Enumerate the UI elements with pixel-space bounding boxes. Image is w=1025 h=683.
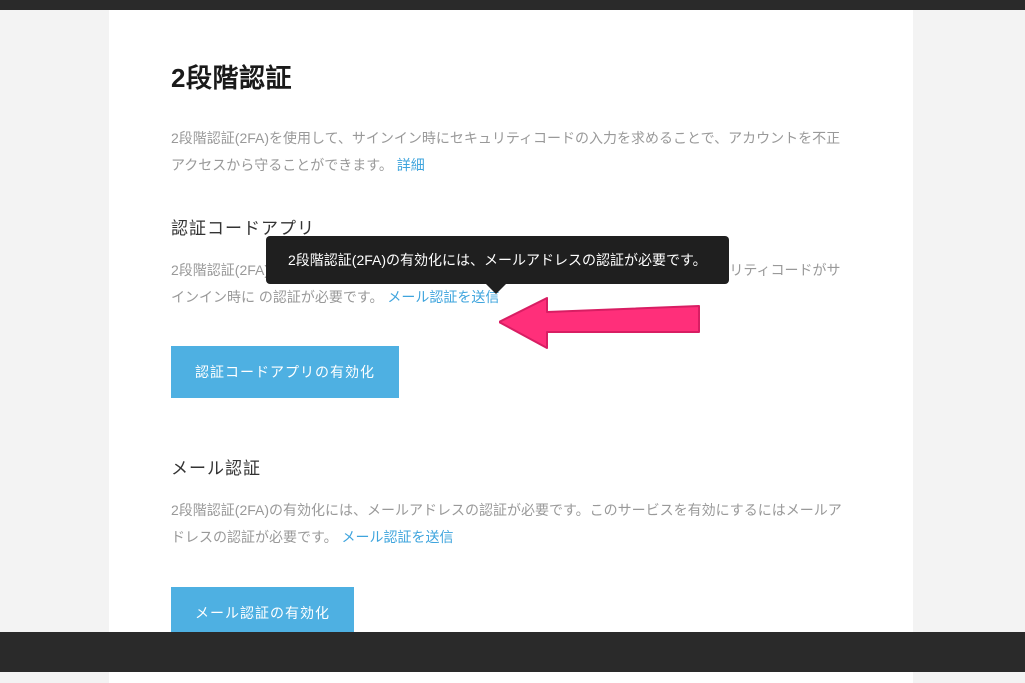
auth-app-text-after: の認証が必要です。 <box>259 289 384 305</box>
intro-text: 2段階認証(2FA)を使用して、サインイン時にセキュリティコードの入力を求めるこ… <box>171 125 851 178</box>
enable-email-auth-button[interactable]: メール認証の有効化 <box>171 587 354 639</box>
email-auth-send-link[interactable]: メール認証を送信 <box>342 529 454 545</box>
email-auth-section: メール認証 2段階認証(2FA)の有効化には、メールアドレスの認証が必要です。こ… <box>171 454 851 638</box>
enable-auth-app-button[interactable]: 認証コードアプリの有効化 <box>171 346 399 398</box>
tooltip-text: 2段階認証(2FA)の有効化には、メールアドレスの認証が必要です。 <box>288 252 707 268</box>
footer-bar <box>0 632 1025 672</box>
intro-text-body: 2段階認証(2FA)を使用して、サインイン時にセキュリティコードの入力を求めるこ… <box>171 130 840 173</box>
email-auth-title: メール認証 <box>171 454 851 479</box>
auth-app-send-email-link[interactable]: メール認証を送信 <box>387 289 499 305</box>
email-auth-text: 2段階認証(2FA)の有効化には、メールアドレスの認証が必要です。このサービスを… <box>171 497 851 550</box>
header-bar <box>0 0 1025 10</box>
page-title: 2段階認証 <box>171 58 851 95</box>
email-auth-text-body: 2段階認証(2FA)の有効化には、メールアドレスの認証が必要です。このサービスを… <box>171 502 842 545</box>
settings-card: 2段階認証 2段階認証(2FA)を使用して、サインイン時にセキュリティコードの入… <box>109 10 913 683</box>
details-link[interactable]: 詳細 <box>397 157 425 173</box>
tooltip: 2段階認証(2FA)の有効化には、メールアドレスの認証が必要です。 <box>266 236 729 284</box>
